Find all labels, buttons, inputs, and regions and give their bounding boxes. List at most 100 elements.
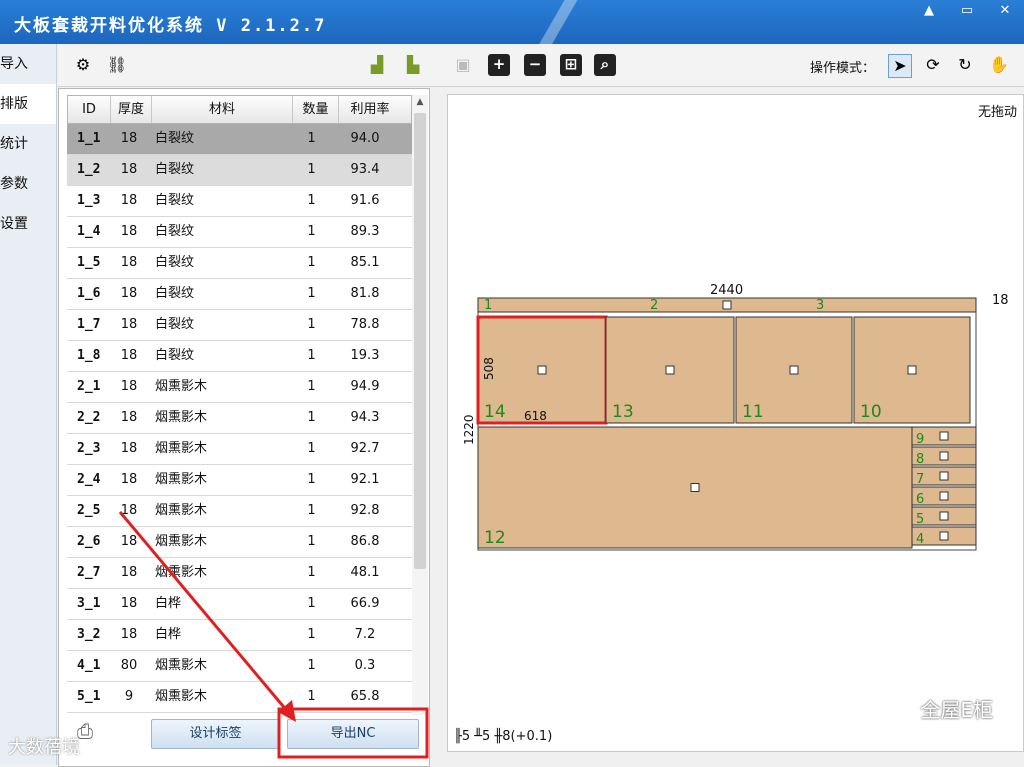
table-row[interactable]: 2_4 18 烟熏影木 1 92.1	[67, 465, 412, 496]
sheet-table: ID 厚度 材料 数量 利用率 1_1 18 白裂纹 1 94.0 1_2 18 白裂纹 1 93…	[67, 95, 412, 713]
table-row[interactable]: 2_3 18 烟熏影木 1 92.7	[67, 434, 412, 465]
cell-qty: 1	[307, 379, 316, 394]
rotate-cw-icon[interactable]: ⟳	[922, 54, 944, 76]
cell-material: 烟熏影木	[155, 534, 208, 549]
select-cursor-icon[interactable]: ➤	[888, 54, 912, 78]
sidebar-item-settings[interactable]: 设置	[0, 204, 56, 244]
cell-rate: 7.2	[354, 627, 376, 642]
cell-qty: 1	[307, 565, 316, 580]
zoom-out-icon[interactable]: −	[524, 54, 546, 76]
cell-rate: 92.1	[350, 472, 380, 487]
zoom-window-icon[interactable]: ⌕	[594, 54, 616, 76]
main-area: ⚙ ⛓ ▟ ▙ ▣ + − ⊞ ⌕ 操作模式： ➤ ⟳ ↻ ✋ ID 厚度 材料…	[58, 46, 1024, 767]
scrollbar-thumb[interactable]	[414, 113, 426, 569]
table-row[interactable]: 1_5 18 白裂纹 1 85.1	[67, 248, 412, 279]
table-row[interactable]: 3_2 18 白桦 1 7.2	[67, 620, 412, 651]
cell-thickness: 18	[120, 410, 138, 425]
hand-pan-icon[interactable]: ✋	[988, 54, 1010, 76]
header-thickness[interactable]: 厚度	[111, 96, 152, 123]
cell-id: 1_2	[77, 162, 101, 177]
cell-thickness: 18	[120, 472, 138, 487]
cell-thickness: 18	[120, 503, 138, 518]
table-row[interactable]: 2_7 18 烟熏影木 1 48.1	[67, 558, 412, 589]
cell-rate: 92.8	[350, 503, 380, 518]
sidebar-item-layout[interactable]: 排版	[0, 84, 56, 124]
export-nc-button[interactable]: 导出NC	[287, 719, 419, 749]
table-row[interactable]: 1_3 18 白裂纹 1 91.6	[67, 186, 412, 217]
cell-material: 烟熏影木	[155, 503, 208, 518]
cell-id: 2_7	[77, 565, 101, 580]
table-row[interactable]: 4_1 80 烟熏影木 1 0.3	[67, 651, 412, 682]
export-pack-icon[interactable]: ▙	[402, 54, 424, 76]
part-marker	[939, 511, 949, 521]
part-label: 8	[916, 452, 924, 467]
part-label: 3	[816, 298, 824, 313]
cell-qty: 1	[307, 286, 316, 301]
table-row[interactable]: 2_6 18 烟熏影木 1 86.8	[67, 527, 412, 558]
maximize-button[interactable]: ▭	[948, 0, 986, 22]
header-qty[interactable]: 数量	[293, 96, 339, 123]
cell-id: 1_3	[77, 193, 101, 208]
gear-icon[interactable]: ⚙	[72, 54, 94, 76]
part-marker	[665, 365, 675, 375]
cell-rate: 66.9	[350, 596, 380, 611]
cell-rate: 0.3	[354, 658, 376, 673]
table-row[interactable]: 2_5 18 烟熏影木 1 92.8	[67, 496, 412, 527]
table-scrollbar[interactable]: ▲	[412, 95, 428, 715]
cell-rate: 94.9	[350, 379, 380, 394]
cell-rate: 48.1	[350, 565, 380, 580]
cell-qty: 1	[307, 596, 316, 611]
cell-id: 1_5	[77, 255, 101, 270]
header-rate[interactable]: 利用率	[339, 96, 401, 123]
sidebar-item-params[interactable]: 参数	[0, 164, 56, 204]
cell-qty: 1	[307, 534, 316, 549]
toolbar: ⚙ ⛓ ▟ ▙ ▣ + − ⊞ ⌕ 操作模式： ➤ ⟳ ↻ ✋	[58, 46, 1024, 87]
part-label: 5	[916, 512, 924, 527]
part-label: 11	[742, 402, 764, 422]
sheet-list-panel: ID 厚度 材料 数量 利用率 1_1 18 白裂纹 1 94.0 1_2 18 白裂纹 1 93…	[58, 88, 430, 767]
zoom-fit-icon[interactable]: ⊞	[560, 54, 582, 76]
cell-id: 1_1	[77, 131, 101, 146]
import-pack-icon[interactable]: ▟	[366, 54, 388, 76]
table-row[interactable]: 2_1 18 烟熏影木 1 94.9	[67, 372, 412, 403]
cell-id: 2_2	[77, 410, 101, 425]
table-row[interactable]: 1_8 18 白裂纹 1 19.3	[67, 341, 412, 372]
header-id[interactable]: ID	[68, 96, 111, 123]
sidebar-item-stats[interactable]: 统计	[0, 124, 56, 164]
mode-label: 操作模式：	[810, 61, 876, 76]
cell-thickness: 18	[120, 379, 138, 394]
cell-thickness: 9	[124, 689, 134, 704]
table-row[interactable]: 1_2 18 白裂纹 1 93.4	[67, 155, 412, 186]
cell-thickness: 18	[120, 565, 138, 580]
table-row[interactable]: 5_1 9 烟熏影木 1 65.8	[67, 682, 412, 713]
cell-id: 5_1	[77, 689, 101, 704]
cell-thickness: 18	[120, 348, 138, 363]
cell-material: 白裂纹	[155, 131, 195, 146]
layout-canvas[interactable]: 无拖动 1 2 3 14 13 11 10 12 9 8 7 6 5 4 2440 18 1220 618…	[447, 94, 1024, 752]
table-row[interactable]: 1_6 18 白裂纹 1 81.8	[67, 279, 412, 310]
link-icon[interactable]: ⛓	[106, 54, 128, 76]
board-width-label: 2440	[710, 283, 744, 298]
table-row[interactable]: 1_4 18 白裂纹 1 89.3	[67, 217, 412, 248]
table-row[interactable]: 3_1 18 白桦 1 66.9	[67, 589, 412, 620]
cell-material: 烟熏影木	[155, 410, 208, 425]
rotate-ccw-icon[interactable]: ↻	[954, 54, 976, 76]
scroll-up-icon[interactable]: ▲	[412, 97, 428, 107]
close-button[interactable]: ✕	[986, 0, 1024, 22]
cell-id: 2_4	[77, 472, 101, 487]
watermark-left: 大数蓓境	[8, 737, 80, 758]
zoom-in-icon[interactable]: +	[488, 54, 510, 76]
sidebar-item-import[interactable]: 导入	[0, 44, 56, 84]
header-material[interactable]: 材料	[152, 96, 293, 123]
save-icon[interactable]: ▣	[452, 54, 474, 76]
part-label: 10	[860, 402, 882, 422]
table-row[interactable]: 2_2 18 烟熏影木 1 94.3	[67, 403, 412, 434]
design-label-button[interactable]: 设计标签	[151, 719, 280, 749]
table-row[interactable]: 1_1 18 白裂纹 1 94.0	[67, 124, 412, 155]
part-marker	[939, 451, 949, 461]
table-row[interactable]: 1_7 18 白裂纹 1 78.8	[67, 310, 412, 341]
pin-button[interactable]: ▲	[910, 0, 948, 22]
cell-rate: 86.8	[350, 534, 380, 549]
cell-id: 3_2	[77, 627, 101, 642]
part-label: 1	[484, 298, 492, 313]
